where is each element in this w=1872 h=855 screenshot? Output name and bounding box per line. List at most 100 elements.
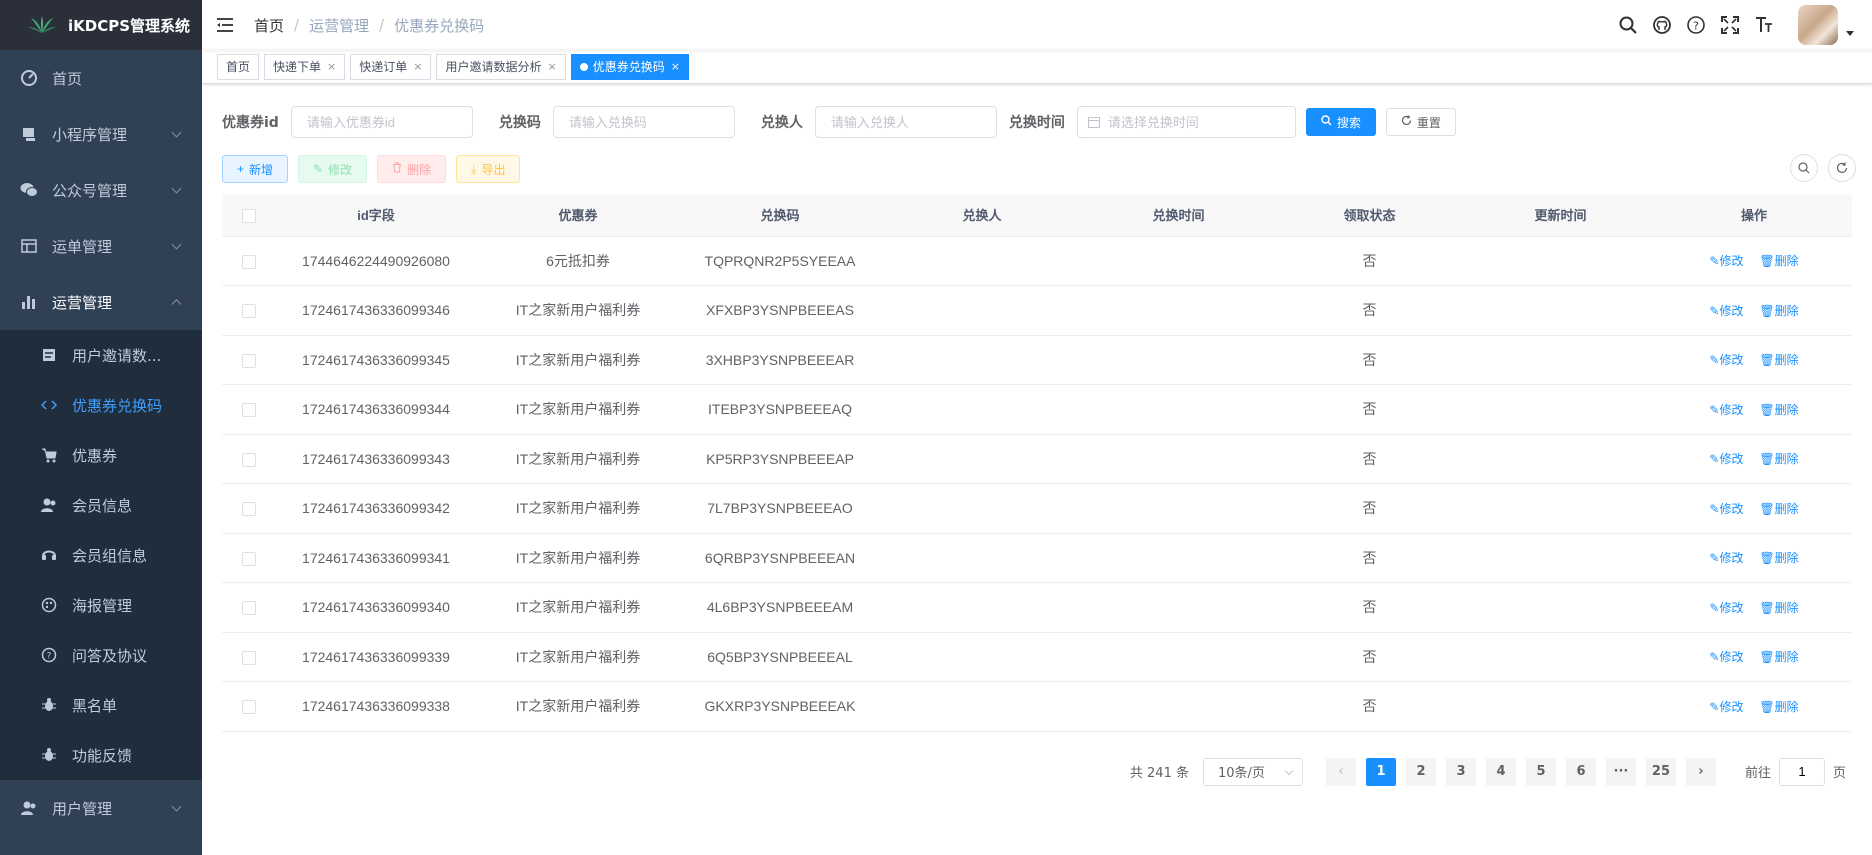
row-edit-link[interactable]: ✎修改: [1709, 551, 1743, 565]
breadcrumb-home[interactable]: 首页: [254, 15, 284, 36]
tag-express-order[interactable]: 快递下单 ×: [264, 53, 346, 80]
next-page-button[interactable]: ›: [1685, 757, 1716, 786]
page-button[interactable]: 3: [1445, 757, 1476, 786]
sidebar-item-feedback[interactable]: 功能反馈: [0, 730, 202, 780]
row-checkbox[interactable]: [241, 403, 256, 418]
sidebar-item-user-management[interactable]: 用户管理: [0, 780, 202, 836]
table-row[interactable]: 1724617436336099339 IT之家新用户福利券 6Q5BP3YSNPB…: [222, 632, 1852, 682]
row-checkbox[interactable]: [241, 551, 256, 566]
reset-button[interactable]: 重置: [1385, 108, 1456, 136]
tag-invite-analysis[interactable]: 用户邀请数据分析 ×: [436, 53, 566, 80]
table-row[interactable]: 1724617436336099346 IT之家新用户福利券 XFXBP3YSNPB…: [222, 285, 1852, 336]
row-edit-link[interactable]: ✎修改: [1709, 502, 1743, 516]
row-delete-link[interactable]: 🗑︎删除: [1759, 452, 1798, 466]
table-row[interactable]: 1724617436336099340 IT之家新用户福利券 4L6BP3YSNPB…: [222, 582, 1852, 633]
tag-express-orders[interactable]: 快递订单 ×: [350, 53, 432, 80]
table-row[interactable]: 1744646224490926080 6元抵扣券 TQPRQNR2P5SYEEAA…: [222, 236, 1852, 286]
row-checkbox[interactable]: [241, 601, 256, 616]
delete-button[interactable]: 删除: [377, 155, 447, 183]
sidebar-item-poster[interactable]: 海报管理: [0, 580, 202, 630]
table-row[interactable]: 1724617436336099341 IT之家新用户福利券 6QRBP3YSNPB…: [222, 533, 1852, 583]
table-row[interactable]: 1724617436336099338 IT之家新用户福利券 GKXRP3YSNPB…: [222, 681, 1852, 732]
add-button[interactable]: + 新增: [222, 155, 289, 183]
caret-down-icon[interactable]: [1846, 30, 1854, 36]
page-button[interactable]: 1: [1365, 757, 1396, 786]
page-button[interactable]: 25: [1645, 757, 1676, 786]
close-icon[interactable]: ×: [671, 55, 680, 79]
row-checkbox[interactable]: [241, 502, 256, 517]
sidebar-item-home[interactable]: 首页: [0, 50, 202, 106]
row-checkbox[interactable]: [241, 650, 256, 665]
row-checkbox[interactable]: [241, 353, 256, 368]
row-edit-link[interactable]: ✎修改: [1709, 700, 1743, 714]
toggle-search-button[interactable]: [1790, 154, 1818, 182]
fullscreen-icon[interactable]: [1720, 15, 1740, 35]
sidebar-item-qa[interactable]: ? 问答及协议: [0, 630, 202, 680]
row-delete-link[interactable]: 🗑︎删除: [1759, 551, 1798, 565]
search-button[interactable]: 搜索: [1305, 108, 1376, 136]
prev-page-button[interactable]: ‹: [1325, 757, 1356, 786]
hamburger-icon[interactable]: [216, 15, 236, 35]
page-button[interactable]: 2: [1405, 757, 1436, 786]
row-checkbox[interactable]: [241, 304, 256, 319]
row-checkbox[interactable]: [241, 452, 256, 467]
table-row[interactable]: 1724617436336099342 IT之家新用户福利券 7L7BP3YSNPB…: [222, 483, 1852, 534]
sidebar-item-blacklist[interactable]: 黑名单: [0, 680, 202, 730]
page-button[interactable]: 5: [1525, 757, 1556, 786]
page-size-select[interactable]: 10条/页: [1202, 757, 1303, 786]
row-edit-link[interactable]: ✎修改: [1709, 353, 1743, 367]
export-button[interactable]: ⤓ 导出: [456, 155, 521, 183]
goto-page-input[interactable]: [1778, 757, 1825, 786]
row-checkbox[interactable]: [241, 700, 256, 715]
sidebar-item-invite-data[interactable]: 用户邀请数...: [0, 330, 202, 380]
time-input[interactable]: [1107, 114, 1278, 130]
github-icon[interactable]: [1652, 15, 1672, 35]
page-button[interactable]: 6: [1565, 757, 1596, 786]
row-delete-link[interactable]: 🗑︎删除: [1759, 650, 1798, 664]
row-edit-link[interactable]: ✎修改: [1709, 304, 1743, 318]
row-edit-link[interactable]: ✎修改: [1709, 452, 1743, 466]
row-delete-link[interactable]: 🗑︎删除: [1759, 254, 1798, 268]
close-icon[interactable]: ×: [413, 55, 422, 79]
row-delete-link[interactable]: 🗑︎删除: [1759, 700, 1798, 714]
coupon-id-input[interactable]: [290, 106, 473, 138]
row-delete-link[interactable]: 🗑︎删除: [1759, 601, 1798, 615]
row-edit-link[interactable]: ✎修改: [1709, 601, 1743, 615]
sidebar-item-wechat[interactable]: 公众号管理: [0, 162, 202, 218]
table-row[interactable]: 1724617436336099344 IT之家新用户福利券 ITEBP3YSNPB…: [222, 384, 1852, 435]
row-edit-link[interactable]: ✎修改: [1709, 650, 1743, 664]
row-delete-link[interactable]: 🗑︎删除: [1759, 304, 1798, 318]
select-all-checkbox[interactable]: [241, 208, 256, 223]
tag-coupon-code[interactable]: 优惠券兑换码 ×: [570, 53, 689, 80]
code-input[interactable]: [552, 106, 735, 138]
sidebar-item-member-info[interactable]: 会员信息: [0, 480, 202, 530]
tag-home[interactable]: 首页: [217, 53, 260, 80]
edit-button[interactable]: ✎ 修改: [298, 155, 368, 183]
row-edit-link[interactable]: ✎修改: [1709, 254, 1743, 268]
sidebar-item-coupon[interactable]: 优惠券: [0, 430, 202, 480]
logo[interactable]: iKDCPS管理系统: [0, 0, 202, 50]
sidebar-item-member-group[interactable]: 会员组信息: [0, 530, 202, 580]
close-icon[interactable]: ×: [327, 55, 336, 79]
table-row[interactable]: 1724617436336099345 IT之家新用户福利券 3XHBP3YSNPB…: [222, 335, 1852, 385]
row-delete-link[interactable]: 🗑︎删除: [1759, 403, 1798, 417]
sidebar-item-waybill[interactable]: 运单管理: [0, 218, 202, 274]
sidebar-item-operations[interactable]: 运营管理: [0, 274, 202, 330]
sidebar-item-coupon-code[interactable]: 优惠券兑换码: [0, 380, 202, 430]
page-button[interactable]: ···: [1605, 757, 1636, 786]
table-row[interactable]: 1724617436336099343 IT之家新用户福利券 KP5RP3YSNPB…: [222, 434, 1852, 484]
page-button[interactable]: 4: [1485, 757, 1516, 786]
row-edit-link[interactable]: ✎修改: [1709, 403, 1743, 417]
sidebar-item-miniprogram[interactable]: 小程序管理: [0, 106, 202, 162]
row-delete-link[interactable]: 🗑︎删除: [1759, 502, 1798, 516]
row-checkbox[interactable]: [241, 254, 256, 269]
refresh-button[interactable]: [1828, 154, 1856, 182]
search-icon[interactable]: [1618, 15, 1638, 35]
time-picker[interactable]: [1076, 106, 1296, 138]
question-icon[interactable]: ?: [1686, 15, 1706, 35]
user-input[interactable]: [814, 106, 997, 138]
avatar[interactable]: [1798, 5, 1838, 45]
font-size-icon[interactable]: [1754, 15, 1774, 35]
row-delete-link[interactable]: 🗑︎删除: [1759, 353, 1798, 367]
close-icon[interactable]: ×: [548, 55, 557, 79]
